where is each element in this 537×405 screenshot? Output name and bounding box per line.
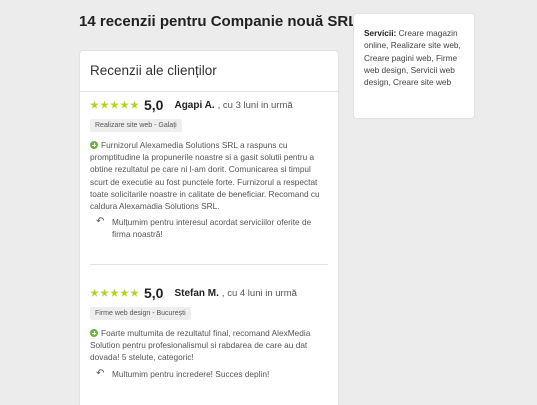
star-icon bbox=[130, 288, 139, 297]
star-rating bbox=[90, 288, 139, 298]
star-icon bbox=[100, 288, 109, 297]
review-item: 5,0 Stefan M. , cu 4 luni in urmă Firme … bbox=[90, 284, 328, 380]
services-card: Servicii: Creare magazin online, Realiza… bbox=[353, 13, 475, 119]
review-score: 5,0 bbox=[144, 97, 164, 113]
review-reply: ↶ Multumim pentru incredere! Succes depl… bbox=[90, 368, 328, 380]
review-reply: ↶ Mulțumim pentru interesul acordat serv… bbox=[90, 216, 328, 240]
star-icon bbox=[100, 100, 109, 109]
review-reply-text: Multumim pentru incredere! Succes deplin… bbox=[112, 368, 270, 379]
star-icon bbox=[90, 100, 99, 109]
review-text-body: Furnizorul Alexamedia Solutions SRL a ra… bbox=[90, 140, 320, 212]
review-date: , cu 3 luni in urmă bbox=[217, 99, 293, 111]
star-icon bbox=[120, 100, 129, 109]
card-title-divider bbox=[80, 91, 338, 92]
plus-circle-icon bbox=[90, 329, 98, 337]
review-score: 5,0 bbox=[144, 285, 164, 301]
review-service-tag[interactable]: Firme web design - București bbox=[90, 307, 191, 320]
review-item: 5,0 Agapi A. , cu 3 luni in urmă Realiza… bbox=[90, 96, 328, 241]
services-label: Servicii: bbox=[364, 28, 397, 38]
review-header: 5,0 Stefan M. , cu 4 luni in urmă bbox=[90, 284, 328, 302]
review-author[interactable]: Agapi A. bbox=[174, 100, 214, 111]
review-reply-text: Mulțumim pentru interesul acordat servic… bbox=[112, 217, 312, 240]
review-text: Foarte multumita de rezultatul final, re… bbox=[90, 327, 328, 364]
star-rating bbox=[90, 100, 139, 110]
review-header: 5,0 Agapi A. , cu 3 luni in urmă bbox=[90, 96, 328, 114]
reply-arrow-icon: ↶ bbox=[96, 216, 105, 228]
star-icon bbox=[90, 288, 99, 297]
review-text-body: Foarte multumita de rezultatul final, re… bbox=[90, 328, 311, 363]
page-title: 14 recenzii pentru Companie nouă SRL bbox=[79, 13, 358, 30]
star-icon bbox=[120, 288, 129, 297]
review-text: Furnizorul Alexamedia Solutions SRL a ra… bbox=[90, 139, 328, 212]
reply-arrow-icon: ↶ bbox=[96, 367, 105, 379]
reviews-card: Recenzii ale clienților 5,0 Agapi A. , c… bbox=[79, 50, 339, 405]
star-icon bbox=[130, 100, 139, 109]
review-service-tag[interactable]: Realizare site web - Galați bbox=[90, 119, 182, 132]
star-icon bbox=[110, 288, 119, 297]
star-icon bbox=[110, 100, 119, 109]
plus-circle-icon bbox=[90, 141, 98, 149]
review-author[interactable]: Stefan M. bbox=[174, 288, 218, 299]
review-divider bbox=[90, 264, 328, 265]
reviews-card-title: Recenzii ale clienților bbox=[90, 63, 217, 78]
review-date: , cu 4 luni in urmă bbox=[221, 287, 297, 299]
